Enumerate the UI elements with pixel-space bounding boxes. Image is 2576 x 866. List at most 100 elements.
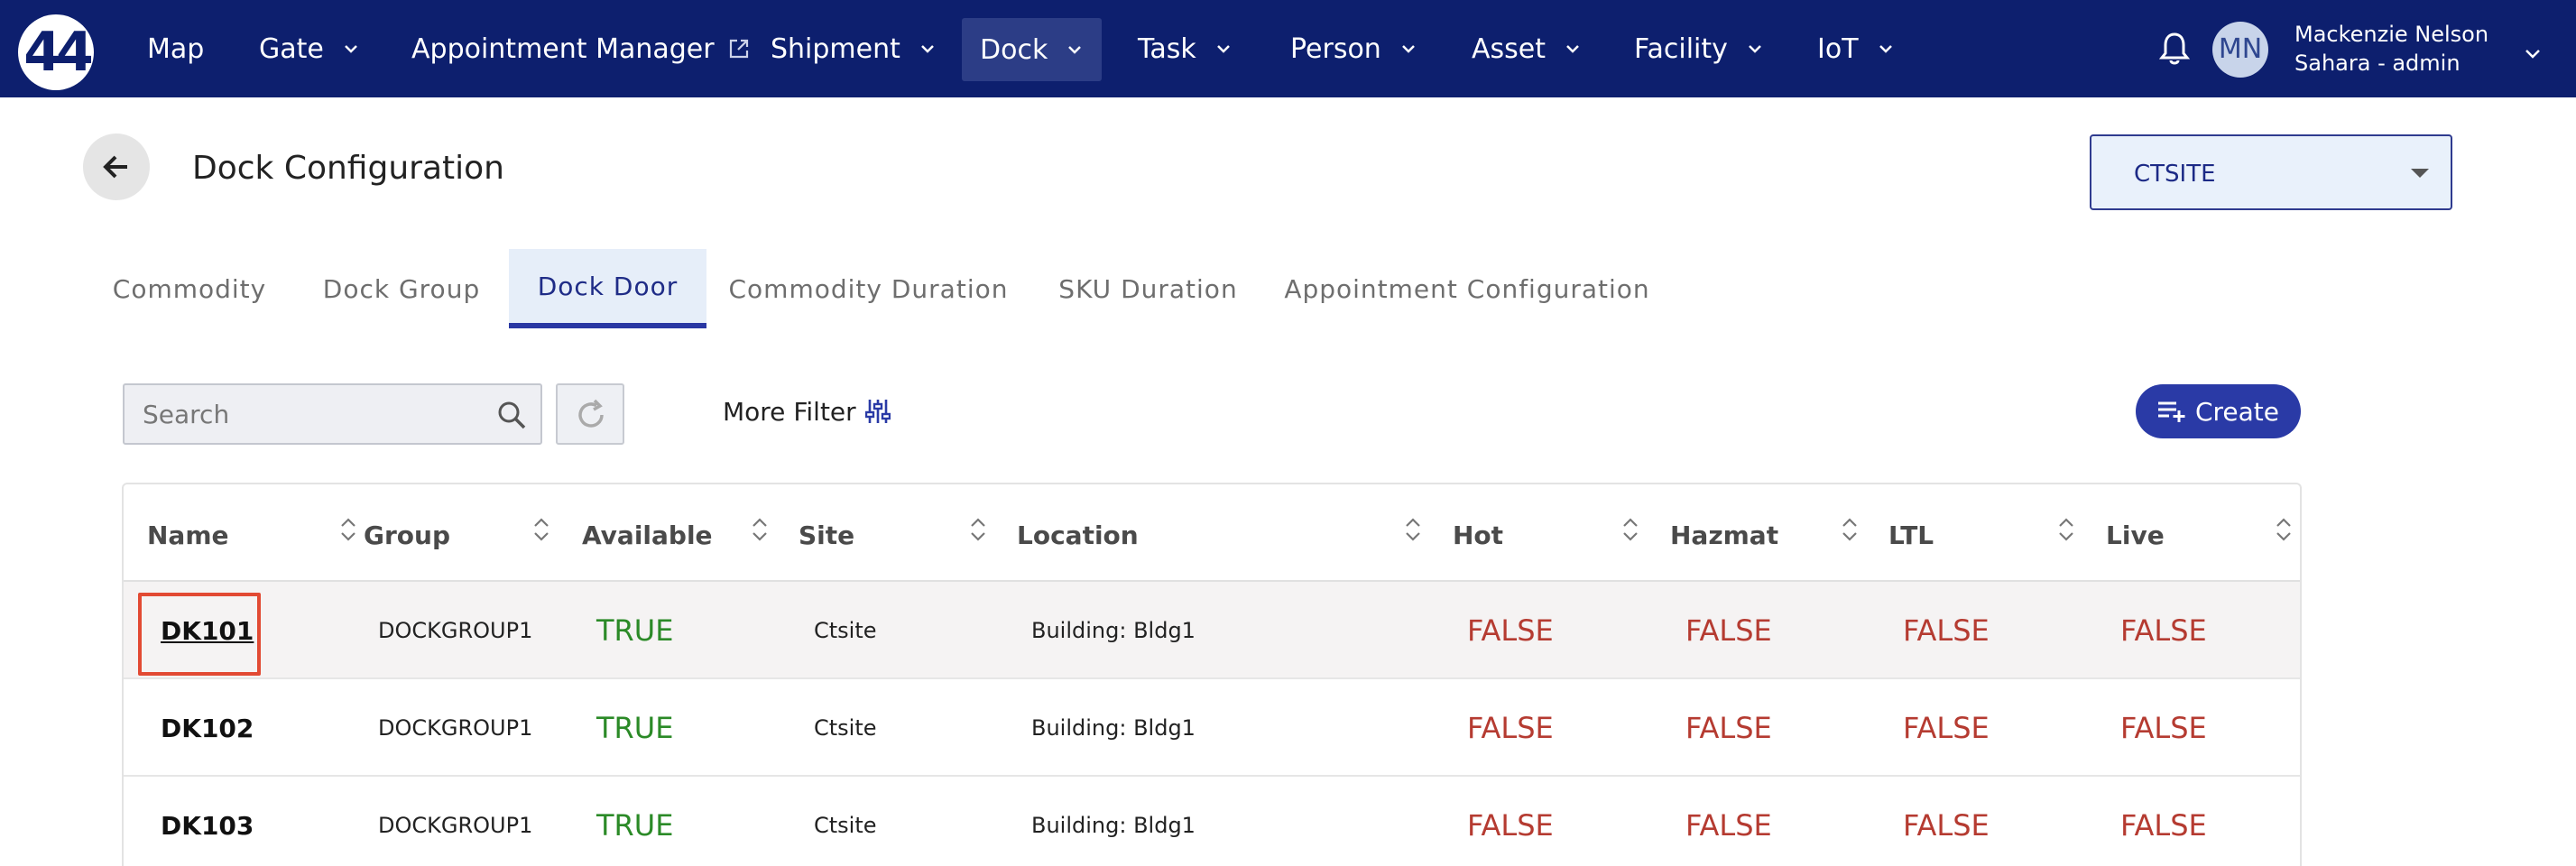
dock-door-name-link[interactable]: DK101 [161, 582, 254, 679]
nav-item-asset[interactable]: Asset [1454, 0, 1600, 97]
column-label: Site [799, 521, 855, 550]
nav-item-map[interactable]: Map [129, 0, 222, 97]
logo-text: 44 [23, 21, 94, 84]
column-header-group[interactable]: Group [364, 484, 551, 582]
nav-item-label: Appointment Manager [411, 32, 715, 65]
column-header-available[interactable]: Available [582, 484, 770, 582]
nav-item-appointment-manager[interactable]: Appointment Manager [393, 0, 769, 97]
nav-item-gate[interactable]: Gate [241, 0, 378, 97]
refresh-button[interactable] [556, 383, 624, 445]
column-label: LTL [1888, 521, 1934, 550]
nav-item-dock[interactable]: Dock [962, 18, 1103, 81]
cell-available: TRUE [596, 711, 674, 745]
nav-item-facility[interactable]: Facility [1616, 0, 1782, 97]
cell-ltl: FALSE [1903, 613, 1990, 648]
user-avatar[interactable]: MN [2212, 22, 2268, 78]
cell-hazmat: FALSE [1685, 613, 1772, 648]
search-input[interactable] [143, 396, 494, 432]
cell-live: FALSE [2120, 711, 2207, 745]
column-header-hot[interactable]: Hot [1453, 484, 1640, 582]
column-label: Location [1017, 521, 1139, 550]
cell-hazmat: FALSE [1685, 808, 1772, 843]
cell-ltl: FALSE [1903, 711, 1990, 745]
cell-site: Ctsite [814, 618, 877, 643]
cell-hot: FALSE [1467, 711, 1554, 745]
user-menu-chevron-icon[interactable] [2523, 43, 2543, 63]
column-label: Hot [1453, 521, 1504, 550]
table-row[interactable]: DK103 DOCKGROUP1 TRUE Ctsite Building: B… [124, 777, 2300, 866]
cell-live: FALSE [2120, 808, 2207, 843]
filter-sliders-icon [864, 400, 891, 423]
back-button[interactable] [83, 134, 150, 200]
chevron-down-icon [1566, 45, 1579, 53]
search-icon[interactable] [495, 399, 528, 431]
tab-appointment-configuration[interactable]: Appointment Configuration [1281, 249, 1653, 328]
cell-available: TRUE [596, 808, 674, 843]
external-link-icon [729, 39, 748, 59]
cell-location: Building: Bldg1 [1031, 813, 1196, 838]
refresh-icon [578, 399, 604, 428]
nav-item-label: Gate [259, 32, 324, 65]
nav-item-shipment[interactable]: Shipment [752, 0, 955, 97]
table-row[interactable]: DK101 DOCKGROUP1 TRUE Ctsite Building: B… [124, 582, 2300, 679]
column-header-ltl[interactable]: LTL [1888, 484, 2076, 582]
sort-icon[interactable] [2056, 515, 2076, 544]
nav-item-label: IoT [1817, 32, 1859, 65]
tab-sku-duration[interactable]: SKU Duration [1047, 249, 1250, 328]
column-header-name[interactable]: Name [147, 484, 355, 582]
dock-door-name[interactable]: DK102 [161, 679, 254, 777]
chevron-down-icon [1879, 45, 1892, 53]
chevron-down-icon [1068, 46, 1082, 54]
cell-available: TRUE [596, 613, 674, 648]
user-name: Mackenzie Nelson [2294, 22, 2489, 47]
tab-commodity[interactable]: Commodity [101, 249, 278, 328]
cell-hot: FALSE [1467, 808, 1554, 843]
cell-live: FALSE [2120, 613, 2207, 648]
column-header-hazmat[interactable]: Hazmat [1670, 484, 1858, 582]
sort-icon[interactable] [2274, 515, 2294, 544]
nav-item-person[interactable]: Person [1272, 0, 1436, 97]
cell-location: Building: Bldg1 [1031, 715, 1196, 741]
sort-icon[interactable] [531, 515, 551, 544]
chevron-down-icon [921, 45, 934, 53]
notification-bell-icon[interactable] [2155, 29, 2194, 69]
sort-icon[interactable] [338, 515, 358, 544]
nav-item-iot[interactable]: IoT [1799, 0, 1913, 97]
playlist-add-icon [2157, 401, 2185, 422]
nav-item-label: Facility [1634, 32, 1728, 65]
nav-item-label: Task [1138, 32, 1196, 65]
column-header-site[interactable]: Site [799, 484, 986, 582]
dock-door-name[interactable]: DK103 [161, 777, 254, 866]
cell-site: Ctsite [814, 715, 877, 741]
create-button[interactable]: Create [2136, 384, 2301, 438]
tab-dock-door[interactable]: Dock Door [509, 249, 706, 328]
chevron-down-icon [1216, 45, 1230, 53]
tab-dock-group[interactable]: Dock Group [307, 249, 496, 328]
column-header-location[interactable]: Location [1017, 484, 1432, 582]
column-label: Available [582, 521, 713, 550]
sort-icon[interactable] [968, 515, 988, 544]
column-label: Group [364, 521, 451, 550]
sort-icon[interactable] [1620, 515, 1640, 544]
user-role: Sahara - admin [2294, 51, 2461, 76]
create-label: Create [2194, 396, 2280, 427]
dock-door-table: Name Group Available Site Location Hot H… [122, 483, 2302, 866]
nav-item-label: Shipment [771, 32, 900, 65]
tab-commodity-duration[interactable]: Commodity Duration [722, 249, 1015, 328]
nav-item-task[interactable]: Task [1120, 0, 1251, 97]
cell-group: DOCKGROUP1 [378, 715, 533, 741]
app-logo[interactable]: 44 [18, 14, 94, 90]
site-select[interactable]: CTSITE [2090, 134, 2452, 210]
table-row[interactable]: DK102 DOCKGROUP1 TRUE Ctsite Building: B… [124, 679, 2300, 777]
sort-icon[interactable] [1403, 515, 1423, 544]
column-header-live[interactable]: Live [2106, 484, 2294, 582]
more-filter-button[interactable]: More Filter [723, 393, 891, 429]
cell-group: DOCKGROUP1 [378, 813, 533, 838]
chevron-down-icon [1401, 45, 1415, 53]
cell-hazmat: FALSE [1685, 711, 1772, 745]
sort-icon[interactable] [750, 515, 770, 544]
sort-icon[interactable] [1840, 515, 1860, 544]
top-nav: 44 Map Gate Appointment Manager Shipment… [0, 0, 2576, 97]
cell-group: DOCKGROUP1 [378, 618, 533, 643]
more-filter-label: More Filter [723, 396, 856, 427]
